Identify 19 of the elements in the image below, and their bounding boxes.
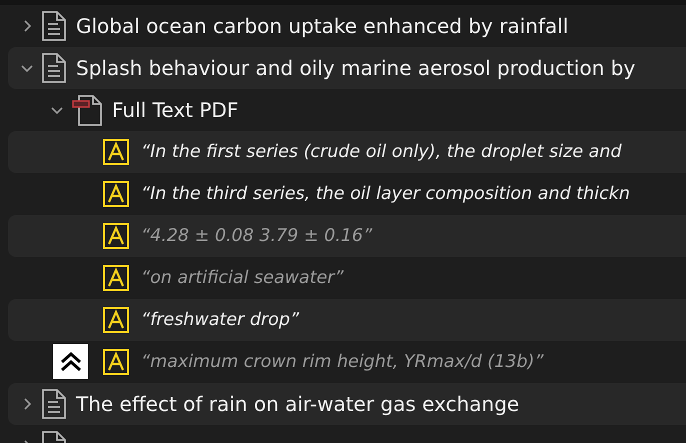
highlight-annotation-icon: [103, 223, 129, 249]
highlight-annotation-icon: [103, 139, 129, 165]
annotation-text[interactable]: “4.28 ± 0.08 3.79 ± 0.16”: [141, 226, 372, 246]
annotation-text[interactable]: “on artificial seawater”: [141, 268, 344, 288]
item-title[interactable]: Global ocean carbon uptake enhanced by rainfall: [76, 14, 568, 38]
jump-up-button[interactable]: [53, 344, 88, 379]
annotation-text[interactable]: “In the third series, the oil layer composition and thickn: [141, 184, 630, 204]
annotation-text[interactable]: “maximum crown rim height, YRmax/d (13b)”: [141, 352, 544, 372]
document-icon: [42, 389, 66, 419]
document-icon: [42, 11, 66, 41]
attachment-title[interactable]: Full Text PDF: [112, 98, 238, 122]
double-chevron-up-icon: [58, 350, 82, 372]
highlight-annotation-icon: [103, 349, 129, 375]
highlight-annotation-icon: [103, 265, 129, 291]
document-icon: [42, 53, 66, 83]
highlight-annotation-icon: [103, 307, 129, 333]
highlight-annotation-icon: [103, 181, 129, 207]
pdf-file-icon: [72, 94, 102, 126]
annotation-text[interactable]: “freshwater drop”: [141, 310, 300, 330]
